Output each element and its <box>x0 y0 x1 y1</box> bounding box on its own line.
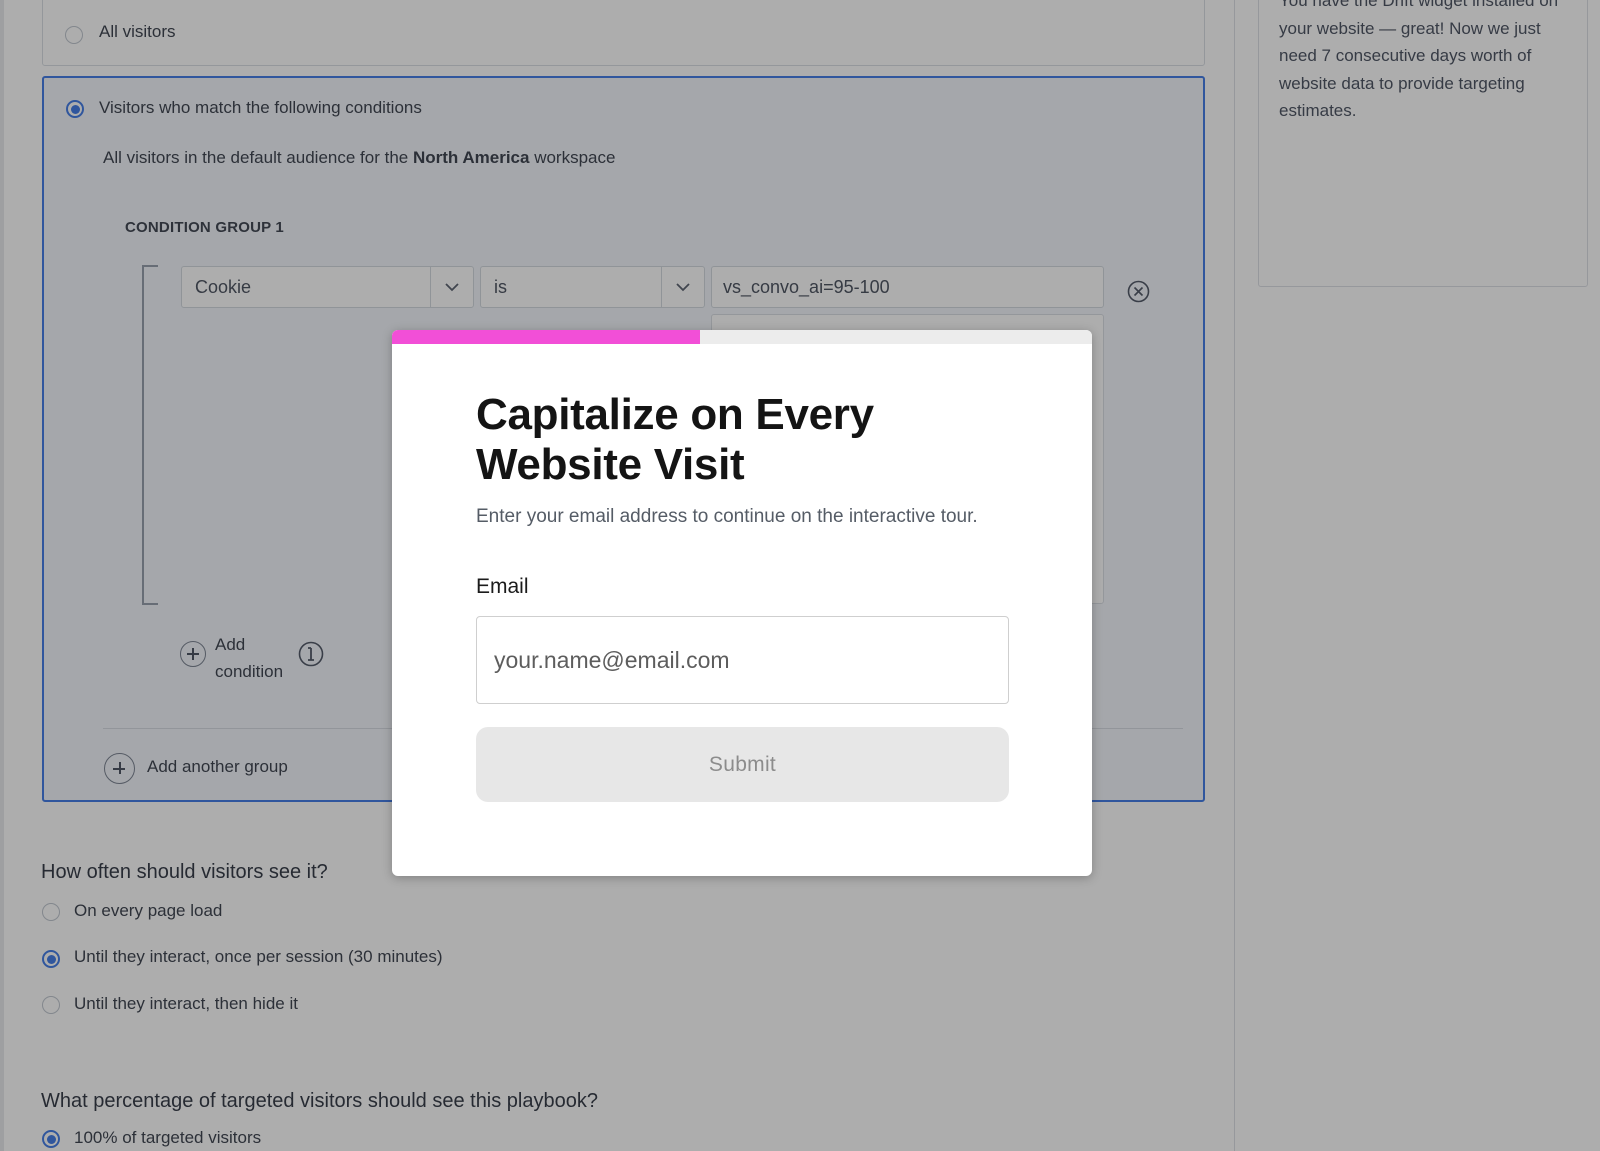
modal-title: Capitalize on Every Website Visit <box>476 390 874 489</box>
email-input[interactable] <box>476 616 1009 704</box>
email-label: Email <box>476 575 529 598</box>
tour-progress-bar <box>392 330 1092 344</box>
submit-button[interactable]: Submit <box>476 727 1009 802</box>
playbook-targeting-page: All visitors Visitors who match the foll… <box>0 0 1600 1151</box>
email-capture-modal: Capitalize on Every Website Visit Enter … <box>392 330 1092 876</box>
modal-subtitle: Enter your email address to continue on … <box>476 506 978 527</box>
tour-progress-fill <box>392 330 700 344</box>
